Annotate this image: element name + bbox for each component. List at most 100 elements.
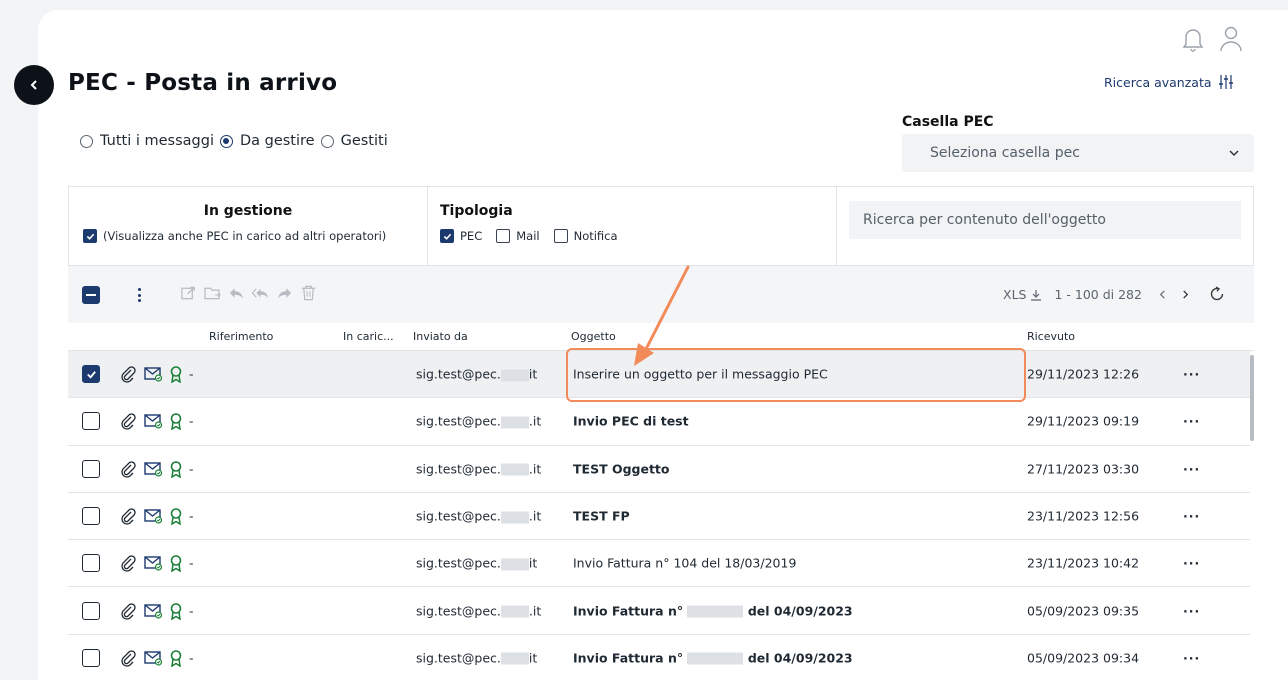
checkbox-mail[interactable] — [496, 229, 511, 243]
certified-ribbon-icon — [170, 602, 182, 620]
sender-start: sig.test@pec. — [416, 650, 501, 666]
row-more-icon[interactable]: ··· — [1183, 414, 1200, 429]
row-received: 29/11/2023 12:26 — [1027, 366, 1140, 382]
back-button[interactable] — [14, 65, 54, 105]
radio-label: Tutti i messaggi — [100, 133, 214, 149]
open-external-icon[interactable] — [180, 284, 197, 302]
radio-gestiti[interactable]: Gestiti — [320, 133, 388, 149]
row-checkbox[interactable] — [82, 601, 100, 620]
redacted-block — [500, 511, 529, 524]
check-icon — [443, 233, 451, 240]
table-row[interactable]: - sig.test@pec. .it Invio PEC di test 29/… — [68, 398, 1250, 446]
chevron-down-icon — [1229, 150, 1239, 157]
attachment-icon — [121, 650, 136, 667]
row-received: 05/09/2023 09:35 — [1027, 603, 1140, 619]
table-row[interactable]: - sig.test@pec. it Invio Fattura n° 104 d… — [68, 540, 1250, 588]
refresh-icon[interactable] — [1209, 286, 1225, 302]
forward-icon[interactable] — [276, 284, 293, 302]
move-to-folder-icon[interactable] — [204, 284, 221, 302]
in-gestione-option[interactable]: (Visualizza anche PEC in carico ad altri… — [69, 229, 427, 243]
user-icon[interactable] — [1218, 24, 1244, 54]
row-riferimento: - — [189, 366, 194, 382]
in-gestione-title: In gestione — [203, 203, 293, 219]
casella-pec-select[interactable]: Seleziona casella pec — [902, 134, 1254, 172]
check-icon — [86, 233, 94, 240]
select-all-checkbox[interactable] — [82, 286, 100, 304]
prev-page-icon[interactable] — [1158, 290, 1167, 299]
reply-icon[interactable] — [228, 284, 245, 302]
export-xls-button[interactable]: XLS — [1003, 287, 1042, 302]
row-checkbox[interactable] — [82, 365, 100, 384]
col-inviato-da[interactable]: Inviato da — [413, 330, 468, 343]
tipologia-title: Tipologia — [440, 203, 513, 219]
row-more-icon[interactable]: ··· — [1183, 367, 1200, 382]
col-oggetto[interactable]: Oggetto — [571, 330, 616, 343]
row-subject: Invio PEC di test — [573, 413, 689, 429]
next-page-icon[interactable] — [1181, 290, 1190, 299]
certified-ribbon-icon — [170, 413, 182, 431]
checkbox-notifica[interactable] — [553, 229, 568, 243]
table-scrollbar[interactable] — [1250, 355, 1254, 441]
redacted-block — [500, 605, 529, 618]
sender-start: sig.test@pec. — [416, 461, 501, 477]
row-subject: Invio Fattura n° del 04/09/2023 — [573, 603, 853, 618]
row-more-icon[interactable]: ··· — [1183, 509, 1200, 524]
checkbox-pec[interactable] — [440, 229, 454, 243]
row-received: 23/11/2023 10:42 — [1027, 555, 1140, 571]
col-in-carico[interactable]: In caric... — [343, 330, 394, 343]
certified-ribbon-icon — [170, 366, 182, 384]
row-sender: sig.test@pec. .it — [416, 414, 541, 429]
table-row[interactable]: - sig.test@pec. .it Invio Fattura n° del … — [68, 587, 1250, 635]
page-title: PEC - Posta in arrivo — [68, 70, 338, 96]
subject-search-input[interactable] — [849, 201, 1241, 239]
radio-indicator — [219, 134, 233, 148]
subject-search — [837, 187, 1253, 265]
row-subject: TEST Oggetto — [573, 461, 670, 477]
col-riferimento[interactable]: Riferimento — [209, 330, 273, 343]
redacted-block — [500, 558, 529, 571]
attachment-icon — [121, 366, 136, 383]
row-riferimento: - — [189, 603, 194, 619]
col-ricevuto[interactable]: Ricevuto — [1027, 330, 1075, 343]
certified-ribbon-icon — [170, 555, 182, 573]
download-icon — [1031, 289, 1042, 301]
row-sender: sig.test@pec. .it — [416, 603, 541, 618]
row-more-icon[interactable]: ··· — [1183, 650, 1200, 665]
table-row[interactable]: - sig.test@pec. .it TEST FP 23/11/2023 12… — [68, 493, 1250, 541]
radio-da-gestire[interactable]: Da gestire — [219, 133, 315, 149]
annotation-arrow-icon — [634, 265, 690, 366]
row-riferimento: - — [189, 508, 194, 524]
trash-icon[interactable] — [300, 284, 317, 302]
row-more-icon[interactable]: ··· — [1183, 603, 1200, 618]
row-checkbox[interactable] — [82, 412, 100, 431]
row-checkbox[interactable] — [82, 459, 100, 478]
bell-icon[interactable] — [1180, 24, 1206, 54]
redacted-block — [687, 652, 744, 665]
radio-indicator — [80, 134, 93, 148]
advanced-search-link[interactable]: Ricerca avanzata — [1104, 74, 1234, 90]
row-checkbox[interactable] — [82, 648, 100, 667]
row-more-icon[interactable]: ··· — [1183, 556, 1200, 571]
attachment-icon — [121, 461, 136, 478]
table-row[interactable]: - sig.test@pec. .it TEST Oggetto 27/11/20… — [68, 446, 1250, 493]
sender-end: .it — [528, 508, 542, 524]
row-riferimento: - — [189, 555, 194, 571]
sender-end: .it — [528, 603, 542, 619]
kebab-menu-icon[interactable] — [136, 285, 142, 305]
radio-tutti[interactable]: Tutti i messaggi — [80, 133, 214, 149]
row-received: 23/11/2023 12:56 — [1027, 508, 1140, 524]
pec-mail-icon — [144, 509, 163, 524]
row-checkbox[interactable] — [82, 554, 100, 573]
pec-mail-icon — [144, 651, 163, 666]
row-more-icon[interactable]: ··· — [1183, 461, 1200, 476]
row-sender: sig.test@pec. .it — [416, 461, 541, 476]
top-icons — [1180, 24, 1244, 54]
checkbox[interactable] — [83, 229, 97, 243]
toolbar-actions — [180, 284, 317, 302]
row-checkbox[interactable] — [82, 507, 100, 526]
row-received: 27/11/2023 03:30 — [1027, 461, 1140, 477]
sender-end: it — [528, 650, 538, 666]
table-row[interactable]: - sig.test@pec. it Invio Fattura n° del 0… — [68, 635, 1250, 680]
reply-all-icon[interactable] — [252, 284, 269, 302]
sender-start: sig.test@pec. — [416, 366, 501, 382]
